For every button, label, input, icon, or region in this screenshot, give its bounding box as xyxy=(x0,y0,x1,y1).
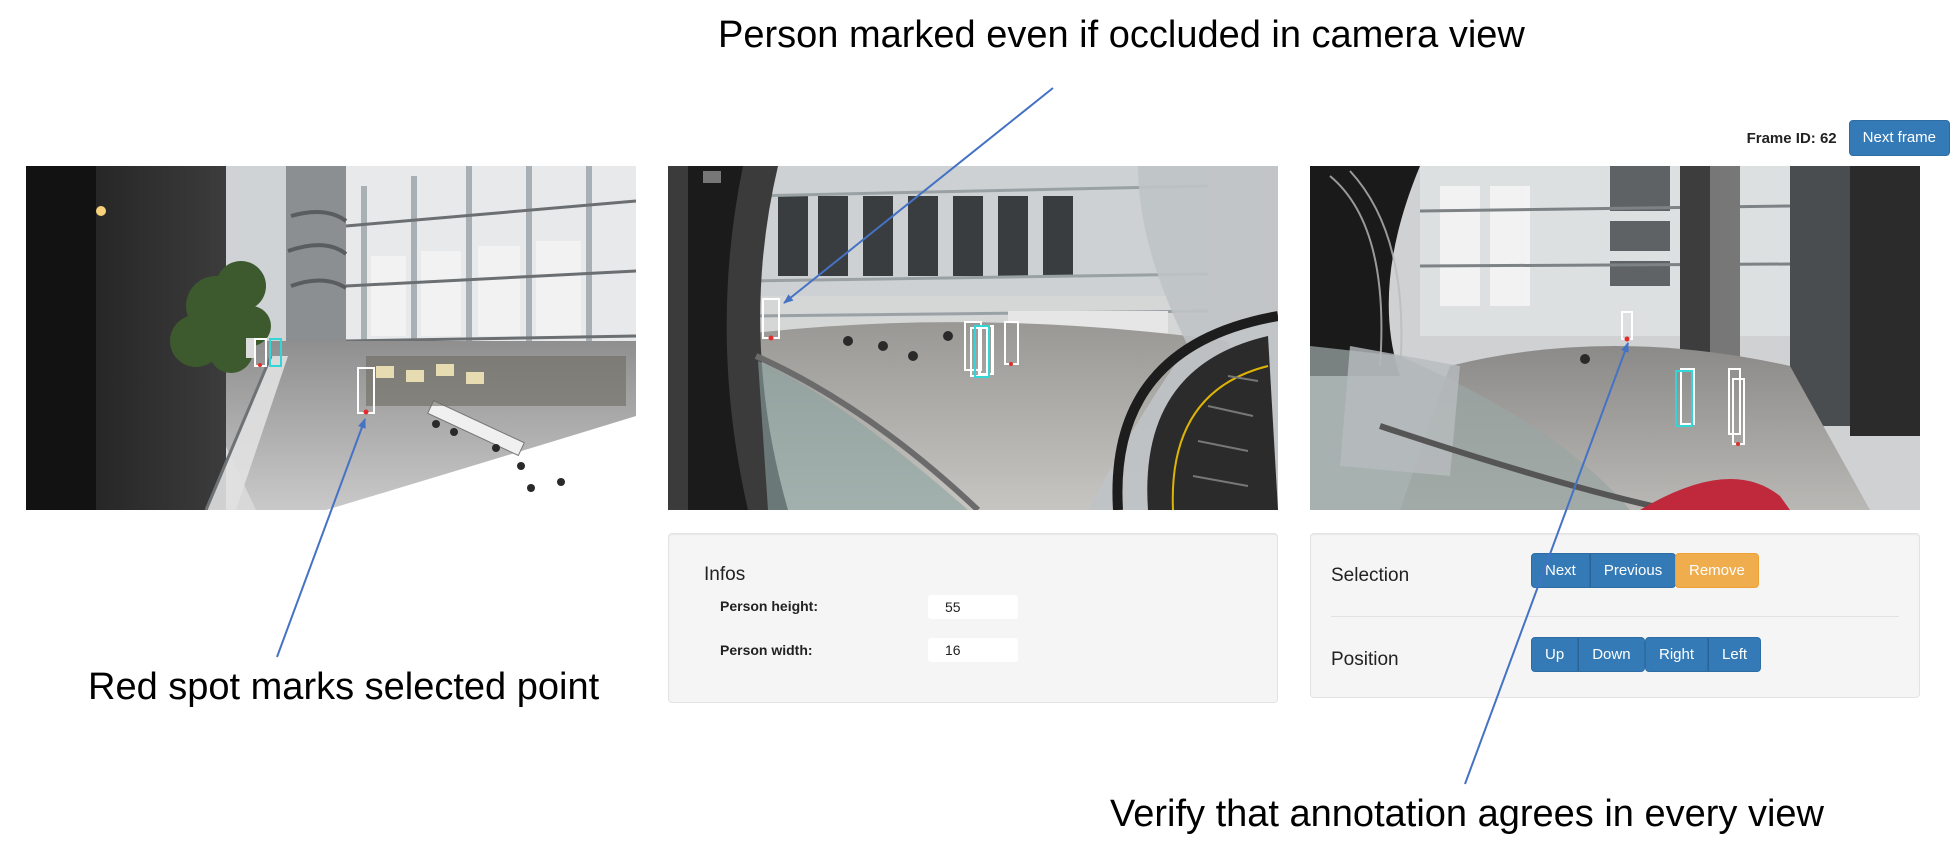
position-left-button[interactable]: Left xyxy=(1708,637,1762,672)
frame-toolbar: Frame ID: 62 Next frame xyxy=(1747,120,1950,156)
controls-panel: Selection Next Previous Remove Position … xyxy=(1310,533,1920,698)
camera-view-3[interactable] xyxy=(1310,166,1920,510)
selection-previous-button[interactable]: Previous xyxy=(1589,553,1677,588)
selection-label: Selection xyxy=(1331,565,1410,586)
annotation-occluded: Person marked even if occluded in camera… xyxy=(718,14,1525,56)
camera-image-3 xyxy=(1310,166,1920,510)
camera-image-2 xyxy=(668,166,1278,510)
person-height-label: Person height: xyxy=(720,598,819,614)
controls-divider xyxy=(1331,616,1899,617)
infos-title: Infos xyxy=(704,564,746,585)
selection-button-group: Next Previous xyxy=(1531,553,1677,588)
selected-point-marker xyxy=(1624,336,1630,342)
annotation-red-spot: Red spot marks selected point xyxy=(88,666,600,708)
person-width-field[interactable] xyxy=(928,638,1018,662)
selected-point-marker xyxy=(768,335,774,341)
selection-next-button[interactable]: Next xyxy=(1531,553,1590,588)
infos-panel: Infos Person height: Person width: xyxy=(668,533,1278,703)
position-right-button[interactable]: Right xyxy=(1645,637,1709,672)
camera-view-1[interactable] xyxy=(26,166,636,510)
person-height-field[interactable] xyxy=(928,595,1018,619)
person-width-label: Person width: xyxy=(720,642,813,658)
position-horizontal-group: Right Left xyxy=(1645,637,1762,672)
position-label: Position xyxy=(1331,649,1399,670)
next-frame-button[interactable]: Next frame xyxy=(1848,120,1950,156)
position-vertical-group: Up Down xyxy=(1531,637,1645,672)
selected-point-marker xyxy=(363,409,369,415)
remove-button[interactable]: Remove xyxy=(1675,553,1759,588)
camera-view-2[interactable] xyxy=(668,166,1278,510)
frame-id-label: Frame ID: 62 xyxy=(1746,129,1837,147)
position-up-button[interactable]: Up xyxy=(1531,637,1579,672)
position-down-button[interactable]: Down xyxy=(1578,637,1645,672)
annotation-verify: Verify that annotation agrees in every v… xyxy=(1110,793,1824,835)
camera-image-1 xyxy=(26,166,636,510)
